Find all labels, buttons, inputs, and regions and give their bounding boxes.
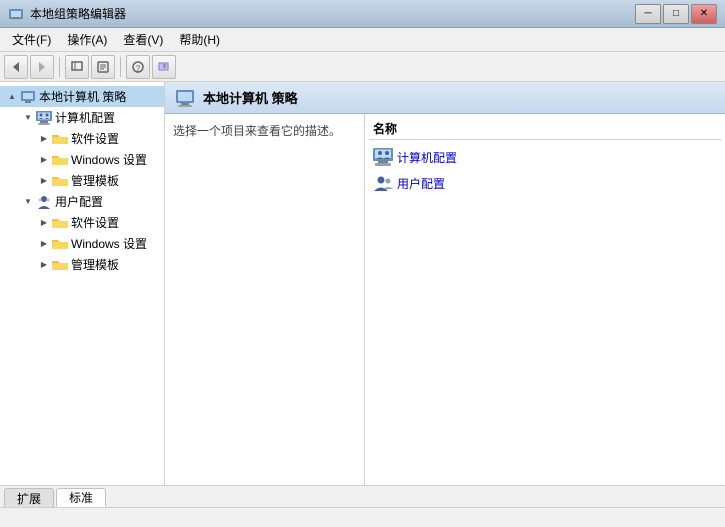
user-config-icon [36,194,52,210]
toolbar-separator-2 [120,57,121,77]
title-bar-icon [8,6,24,22]
tree-item-windows-settings-2-label: Windows 设置 [71,235,147,252]
toolbar-separator-1 [59,57,60,77]
tree-item-user-config-label: 用户配置 [55,193,103,210]
folder-icon-windows-2 [52,236,68,252]
tree-item-admin-templates-2[interactable]: ▶ 管理模板 [0,254,164,275]
menu-action[interactable]: 操作(A) [59,29,115,50]
menu-file[interactable]: 文件(F) [4,29,59,50]
status-bar [0,507,725,527]
properties-button[interactable] [91,55,115,79]
root-policy-icon [20,89,36,105]
expand-icon-computer-config: ▼ [20,110,36,126]
expand-icon-root: ▲ [4,89,20,105]
tree-item-root[interactable]: ▲ 本地计算机 策略 [0,86,164,107]
tree-item-computer-config[interactable]: ▼ 计算机配置 [0,107,164,128]
column-name: 名称 [373,120,717,137]
tree-item-windows-settings-2[interactable]: ▶ Windows 设置 [0,233,164,254]
item-row-computer-config[interactable]: 计算机配置 [369,144,721,170]
folder-icon-windows-1 [52,152,68,168]
menu-help[interactable]: 帮助(H) [171,29,228,50]
expand-icon-admin-1: ▶ [36,173,52,189]
expand-icon-windows-2: ▶ [36,236,52,252]
close-button[interactable]: ✕ [691,4,717,24]
maximize-button[interactable]: □ [663,4,689,24]
items-pane: 名称 [365,114,725,485]
tree-item-software-settings-2-label: 软件设置 [71,214,119,231]
toolbar: ? [0,52,725,82]
svg-text:?: ? [136,64,141,73]
expand-icon-windows-1: ▶ [36,152,52,168]
tree-item-windows-settings-1-label: Windows 设置 [71,151,147,168]
title-bar-text: 本地组策略编辑器 [30,5,635,22]
show-tree-button[interactable] [65,55,89,79]
title-bar-controls: ─ □ ✕ [635,4,717,24]
tree-item-root-label: 本地计算机 策略 [39,88,126,105]
tree-item-windows-settings-1[interactable]: ▶ Windows 设置 [0,149,164,170]
tree-panel[interactable]: ▲ 本地计算机 策略 ▼ [0,82,165,485]
tree-item-software-settings-2[interactable]: ▶ 软件设置 [0,212,164,233]
user-config-item-icon [373,173,393,193]
title-bar: 本地组策略编辑器 ─ □ ✕ [0,0,725,28]
computer-config-item-icon [373,147,393,167]
user-config-item-label: 用户配置 [397,175,445,192]
expand-icon-software-1: ▶ [36,131,52,147]
export-button[interactable] [152,55,176,79]
expand-icon-software-2: ▶ [36,215,52,231]
items-list: 计算机配置 用户配置 [369,140,721,200]
folder-icon-software-1 [52,131,68,147]
folder-icon-admin-2 [52,257,68,273]
back-button[interactable] [4,55,28,79]
help-button[interactable]: ? [126,55,150,79]
computer-config-icon [36,110,52,126]
bottom-tabs: 扩展 标准 [0,485,725,507]
forward-button[interactable] [30,55,54,79]
tree-item-user-config[interactable]: ▼ 用户配置 [0,191,164,212]
tree-item-software-settings-1-label: 软件设置 [71,130,119,147]
tree-item-admin-templates-1[interactable]: ▶ 管理模板 [0,170,164,191]
right-header: 本地计算机 策略 [165,82,725,114]
item-row-user-config[interactable]: 用户配置 [369,170,721,196]
right-content: 选择一个项目来查看它的描述。 名称 [165,114,725,485]
right-panel: 本地计算机 策略 选择一个项目来查看它的描述。 名称 [165,82,725,485]
description-pane: 选择一个项目来查看它的描述。 [165,114,365,485]
tree-item-admin-templates-2-label: 管理模板 [71,256,119,273]
tree-item-admin-templates-1-label: 管理模板 [71,172,119,189]
menu-bar: 文件(F) 操作(A) 查看(V) 帮助(H) [0,28,725,52]
tree-item-computer-config-label: 计算机配置 [55,109,115,126]
folder-icon-admin-1 [52,173,68,189]
description-text: 选择一个项目来查看它的描述。 [173,124,341,138]
computer-config-item-label: 计算机配置 [397,149,457,166]
expand-icon-user-config: ▼ [20,194,36,210]
main-container: ▲ 本地计算机 策略 ▼ [0,82,725,485]
expand-icon-admin-2: ▶ [36,257,52,273]
folder-icon-software-2 [52,215,68,231]
tab-expand[interactable]: 扩展 [4,488,54,507]
minimize-button[interactable]: ─ [635,4,661,24]
tree-item-software-settings-1[interactable]: ▶ 软件设置 [0,128,164,149]
menu-view[interactable]: 查看(V) [115,29,171,50]
items-header: 名称 [369,118,721,140]
right-header-icon [175,88,195,108]
right-header-title: 本地计算机 策略 [203,88,298,107]
tab-standard[interactable]: 标准 [56,488,106,507]
